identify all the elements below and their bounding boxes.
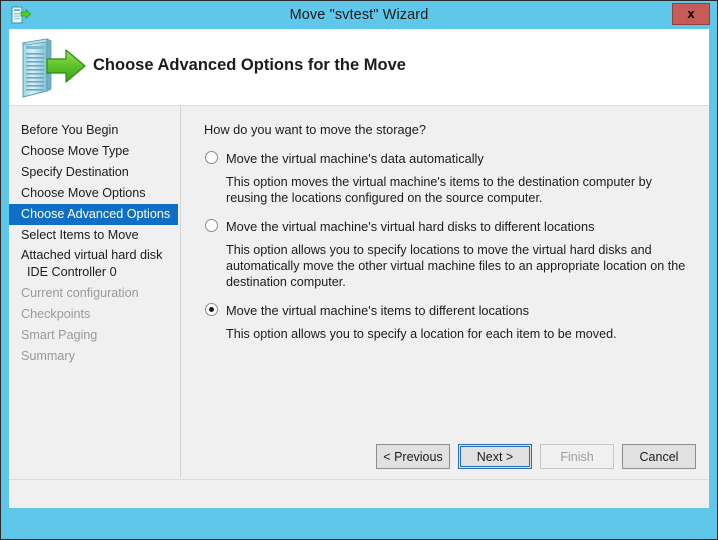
wizard-window: Move "svtest" Wizard x Choose Advanced O… (0, 0, 718, 540)
button-bar: < Previous Next > Finish Cancel (376, 444, 696, 469)
sidebar-item-checkpoints: Checkpoints (9, 304, 180, 325)
option-move-data-automatically: Move the virtual machine's data automati… (204, 150, 695, 206)
close-icon[interactable]: x (672, 3, 710, 25)
radio-button-move-items-different-locations[interactable] (205, 303, 218, 316)
sidebar-item-label: Checkpoints (21, 307, 91, 321)
radio-option-label: Move the virtual machine's items to diff… (226, 303, 530, 318)
radio-option-label: Move the virtual machine's virtual hard … (226, 219, 595, 234)
sidebar-item-label: Specify Destination (21, 165, 129, 179)
radio-option-row[interactable]: Move the virtual machine's virtual hard … (204, 218, 695, 236)
radio-option-description: This option allows you to specify a loca… (226, 327, 617, 341)
sidebar-item-label: Smart Paging (21, 328, 98, 342)
sidebar-item-label: Attached virtual hard disk (21, 248, 163, 262)
footer-bar: < Previous Next > Finish Cancel (9, 444, 709, 508)
sidebar-item-select-items-to-move[interactable]: Select Items to Move (9, 225, 180, 246)
sidebar-item-label: Choose Advanced Options (21, 207, 171, 221)
sidebar-item-label: Current configuration (21, 286, 139, 300)
server-move-arrow-icon (17, 33, 89, 101)
sidebar-item-sublabel: IDE Controller 0 (27, 265, 117, 279)
wizard-steps-sidebar: Before You Begin Choose Move Type Specif… (9, 106, 181, 478)
question-label: How do you want to move the storage? (204, 122, 426, 137)
sidebar-item-choose-move-options[interactable]: Choose Move Options (9, 183, 180, 204)
radio-option-description: This option moves the virtual machine's … (226, 175, 652, 205)
previous-button[interactable]: < Previous (376, 444, 450, 469)
finish-button: Finish (540, 444, 614, 469)
cancel-button[interactable]: Cancel (622, 444, 696, 469)
option-move-vhd-different-locations: Move the virtual machine's virtual hard … (204, 218, 695, 290)
radio-option-row[interactable]: Move the virtual machine's items to diff… (204, 302, 695, 320)
sidebar-item-current-configuration: Current configuration (9, 283, 180, 304)
wizard-header: Choose Advanced Options for the Move (9, 29, 709, 106)
sidebar-item-label: Before You Begin (21, 123, 119, 137)
dialog-body: Choose Advanced Options for the Move Bef… (9, 29, 709, 508)
window-title: Move "svtest" Wizard (289, 7, 429, 23)
sidebar-item-choose-advanced-options[interactable]: Choose Advanced Options (9, 204, 178, 225)
radio-option-row[interactable]: Move the virtual machine's data automati… (204, 150, 695, 168)
sidebar-item-specify-destination[interactable]: Specify Destination (9, 162, 180, 183)
sidebar-item-label: Select Items to Move (21, 228, 139, 242)
radio-option-label: Move the virtual machine's data automati… (226, 151, 484, 166)
radio-option-description: This option allows you to specify locati… (226, 243, 686, 289)
content-pane: How do you want to move the storage? Mov… (182, 106, 709, 478)
title-bar: Move "svtest" Wizard x (1, 1, 717, 29)
sidebar-item-attached-virtual-hard-disk[interactable]: Attached virtual hard disk IDE Controlle… (9, 246, 180, 283)
sidebar-item-before-you-begin[interactable]: Before You Begin (9, 120, 180, 141)
option-move-items-different-locations: Move the virtual machine's items to diff… (204, 302, 695, 342)
sidebar-item-smart-paging: Smart Paging (9, 325, 180, 346)
radio-button-move-data-automatically[interactable] (205, 151, 218, 164)
radio-button-move-vhd-different-locations[interactable] (205, 219, 218, 232)
sidebar-item-summary: Summary (9, 346, 180, 367)
sidebar-item-label: Choose Move Options (21, 186, 146, 200)
sidebar-item-choose-move-type[interactable]: Choose Move Type (9, 141, 180, 162)
next-button[interactable]: Next > (458, 444, 532, 469)
sidebar-item-label: Summary (21, 349, 75, 363)
sidebar-item-label: Choose Move Type (21, 144, 130, 158)
page-title: Choose Advanced Options for the Move (93, 56, 406, 74)
